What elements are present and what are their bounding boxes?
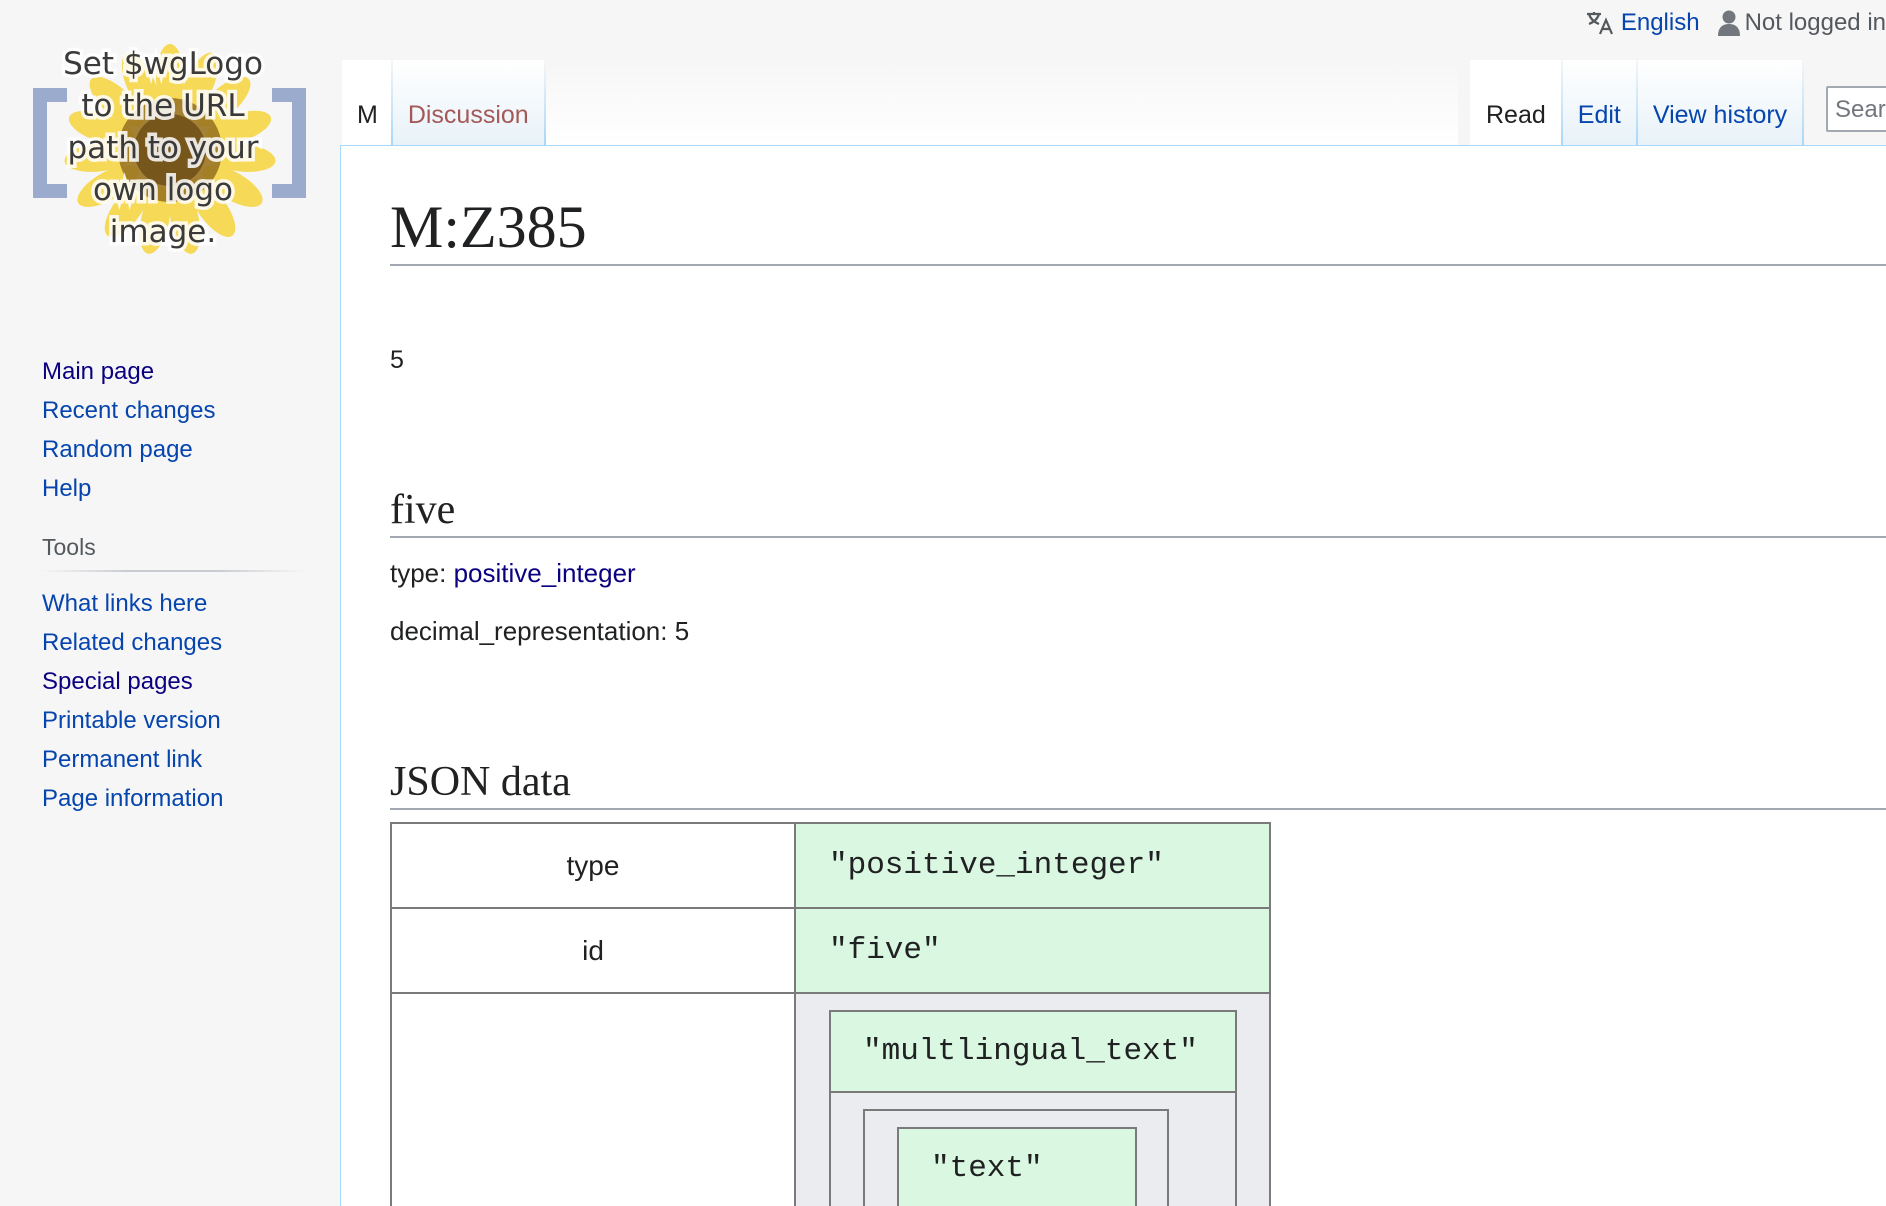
view-tabs: Read Edit View history <box>1470 60 1805 146</box>
content-area: M:Z385 5 five type: positive_integer dec… <box>340 145 1886 1206</box>
tools-heading: Tools <box>42 532 305 572</box>
type-property: type: positive_integer <box>390 558 636 589</box>
tools-link[interactable]: Page information <box>42 785 223 812</box>
table-row: type "positive_integer" <box>390 822 1271 909</box>
page-title: M:Z385 <box>390 188 1886 266</box>
json-data-table: type "positive_integer" id "five" "multl… <box>390 822 1271 1206</box>
nested-inner-container: "text" <box>863 1109 1169 1206</box>
nav-item-recent-changes[interactable]: Recent changes <box>42 391 340 430</box>
tools-item-permanent-link[interactable]: Permanent link <box>42 740 340 779</box>
tools-link[interactable]: Permanent link <box>42 746 202 773</box>
search-placeholder: Search <box>1835 96 1886 123</box>
nav-item-help[interactable]: Help <box>42 469 340 508</box>
tools-link[interactable]: Special pages <box>42 668 193 695</box>
section-heading-json: JSON data <box>390 756 1886 810</box>
navigation-portal: Main page Recent changes Random page Hel… <box>0 352 340 508</box>
json-key: id <box>390 907 796 994</box>
language-label[interactable]: English <box>1621 9 1700 37</box>
nested-inner-value: "text" <box>897 1127 1137 1206</box>
tab-spacer <box>545 60 1458 146</box>
type-label: type: <box>390 558 454 588</box>
logo-text-line: Set $wgLogo <box>63 46 263 82</box>
nav-item-main-page[interactable]: Main page <box>42 352 340 391</box>
table-row: "multlingual_text" "text" <box>390 992 1271 1206</box>
nested-type-value: "multlingual_text" <box>829 1010 1237 1093</box>
user-status: Not logged in <box>1717 9 1886 37</box>
tools-item-related-changes[interactable]: Related changes <box>42 623 340 662</box>
tab-separator <box>1802 60 1805 146</box>
tab-namespace-label[interactable]: M <box>357 101 378 130</box>
nav-item-random-page[interactable]: Random page <box>42 430 340 469</box>
sidebar: Main page Recent changes Random page Hel… <box>0 352 340 818</box>
nested-container: "text" <box>829 1093 1237 1206</box>
tools-item-what-links-here[interactable]: What links here <box>42 584 340 623</box>
logo-image: Set $wgLogo to the URL path to your own … <box>33 43 306 254</box>
logo-text-line: path to your <box>67 130 258 166</box>
tools-item-special-pages[interactable]: Special pages <box>42 662 340 701</box>
json-key <box>390 992 796 1206</box>
tab-discussion-label[interactable]: Discussion <box>408 101 529 130</box>
logo-text-line: image. <box>110 214 216 250</box>
type-link[interactable]: positive_integer <box>454 558 636 588</box>
tab-discussion[interactable]: Discussion <box>392 60 544 146</box>
table-row: id "five" <box>390 907 1271 994</box>
search-input[interactable]: Search <box>1826 86 1886 132</box>
tab-history[interactable]: View history <box>1637 60 1803 146</box>
nav-link[interactable]: Recent changes <box>42 397 215 424</box>
tools-link[interactable]: Printable version <box>42 707 221 734</box>
section-heading-five: five <box>390 484 1886 538</box>
language-selector[interactable]: English <box>1585 9 1700 37</box>
tools-link[interactable]: Related changes <box>42 629 222 656</box>
nav-link[interactable]: Main page <box>42 358 154 385</box>
logo-text-line: own logo <box>93 172 233 208</box>
decimal-property: decimal_representation: 5 <box>390 616 690 646</box>
tools-link[interactable]: What links here <box>42 590 207 617</box>
tab-namespace[interactable]: M <box>342 60 391 146</box>
namespace-tabs: M Discussion <box>342 60 1458 146</box>
json-value: "five" <box>794 907 1271 994</box>
tab-read[interactable]: Read <box>1470 60 1561 146</box>
not-logged-in-label: Not logged in <box>1744 9 1886 36</box>
tab-edit[interactable]: Edit <box>1562 60 1636 146</box>
logo-text-line: to the URL <box>81 88 245 124</box>
translate-icon <box>1586 12 1613 35</box>
tab-history-label[interactable]: View history <box>1653 101 1787 130</box>
nav-link[interactable]: Help <box>42 475 91 502</box>
tools-item-page-information[interactable]: Page information <box>42 779 340 818</box>
json-key: type <box>390 822 796 909</box>
json-nested-value: "multlingual_text" "text" <box>794 992 1271 1206</box>
tools-portal: Tools What links here Related changes Sp… <box>0 532 340 818</box>
tab-edit-label[interactable]: Edit <box>1578 101 1621 130</box>
nav-link[interactable]: Random page <box>42 436 193 463</box>
tools-item-printable-version[interactable]: Printable version <box>42 701 340 740</box>
page-value: 5 <box>390 346 404 374</box>
tab-read-label[interactable]: Read <box>1486 101 1546 130</box>
wiki-page: Set $wgLogo to the URL path to your own … <box>0 0 1886 1206</box>
user-icon <box>1717 10 1740 36</box>
personal-tools: English Not logged in <box>1585 8 1886 38</box>
json-value: "positive_integer" <box>794 822 1271 909</box>
site-logo[interactable]: Set $wgLogo to the URL path to your own … <box>0 0 340 290</box>
